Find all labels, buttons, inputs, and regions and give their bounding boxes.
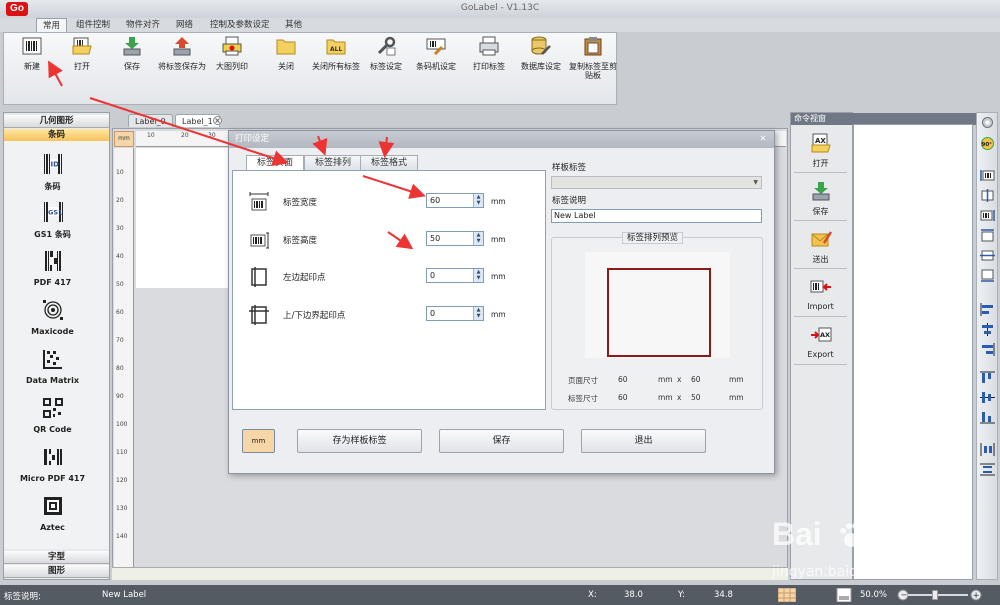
watermark-brand-cn: 经验	[870, 525, 927, 558]
annotation-arrow	[387, 231, 414, 250]
annotation-arrow	[362, 175, 426, 199]
annotation-arrows	[48, 60, 426, 250]
annotation-arrow	[89, 97, 289, 166]
annotation-arrow	[48, 60, 63, 87]
paw-icon	[840, 523, 863, 547]
annotation-arrow	[312, 135, 328, 156]
baidu-watermark: Bai 经验 jingyan.baidu.com	[772, 516, 992, 586]
watermark-brand: Bai	[772, 516, 822, 552]
watermark-domain: jingyan.baidu.com	[772, 564, 902, 580]
annotation-arrow	[378, 136, 395, 158]
